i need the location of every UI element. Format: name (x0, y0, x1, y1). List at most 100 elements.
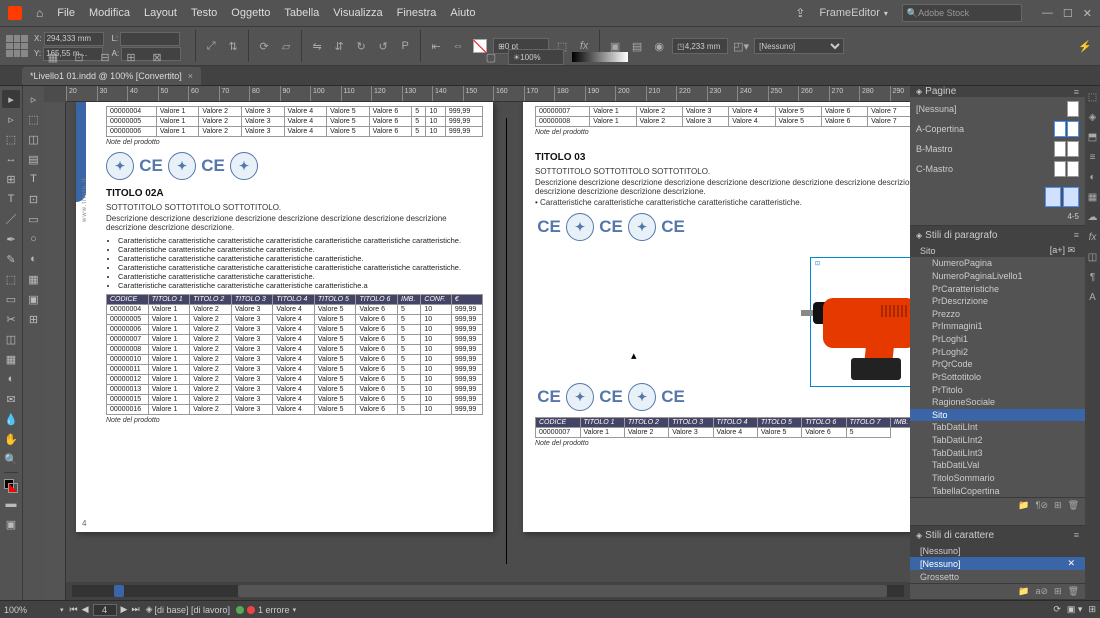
tl-icon10[interactable]: ▦ (25, 270, 43, 288)
paragraph-dock-icon[interactable]: ¶ (1087, 272, 1099, 284)
w-field[interactable] (120, 32, 180, 46)
new-style-icon[interactable]: ⊞ (1054, 500, 1062, 511)
panel-title[interactable]: Stili di carattere (925, 530, 994, 541)
x-field[interactable] (44, 32, 104, 46)
panel-menu-icon[interactable]: ≡ (1074, 87, 1079, 97)
horizontal-ruler[interactable]: 2030405060708090100110120130140150160170… (66, 86, 910, 102)
tl-icon7[interactable]: ▭ (25, 210, 43, 228)
paragraph-style-item[interactable]: PrQrCode (910, 358, 1085, 371)
document-tab[interactable]: *Livello1 01.indd @ 100% [Convertito]× (22, 67, 201, 85)
tl-icon5[interactable]: T (25, 170, 43, 188)
paragraph-style-item[interactable]: TabDatiLInt3 (910, 446, 1085, 459)
vertical-ruler[interactable] (44, 102, 66, 600)
preflight-ok-icon[interactable] (236, 606, 244, 614)
maximize-icon[interactable]: ☐ (1063, 7, 1073, 20)
swatches-dock-icon[interactable]: ▦ (1087, 192, 1099, 204)
menu-finestra[interactable]: Finestra (397, 7, 437, 19)
gradient-bar[interactable] (572, 52, 628, 62)
paragraph-style-item[interactable]: NumeroPagina (910, 257, 1085, 270)
paragraph-style-item[interactable]: PrLoghi1 (910, 333, 1085, 346)
tl-icon12[interactable]: ⊞ (25, 310, 43, 328)
layer-indicator[interactable]: ◈ (146, 604, 153, 615)
menu-testo[interactable]: Testo (191, 7, 217, 19)
paragraph-style-item[interactable]: Sito (910, 409, 1085, 422)
paragraph-style-item[interactable]: PrLoghi2 (910, 345, 1085, 358)
page-tool-icon[interactable]: ⬚ (2, 130, 20, 148)
master-item[interactable]: B-Mastro (916, 144, 953, 154)
clear-overrides-icon[interactable]: ¶⊘ (1036, 500, 1048, 511)
product-image-frame[interactable]: ⊡ (810, 257, 910, 387)
panel-menu-icon[interactable]: ⚡ (1076, 37, 1094, 55)
last-page-icon[interactable]: ⏭ (131, 604, 139, 615)
paragraph-style-item[interactable]: TabDatiLInt (910, 421, 1085, 434)
stroke-swatch-icon[interactable]: ▢ (482, 48, 500, 66)
hand-tool-icon[interactable]: ✋ (2, 430, 20, 448)
first-page-icon[interactable]: ⏮ (70, 604, 78, 615)
screen-mode-status-icon[interactable]: ▣ ▾ (1067, 604, 1083, 615)
fit-content-icon[interactable]: ⊡ (70, 48, 88, 66)
links-dock-icon[interactable]: ⬒ (1087, 132, 1099, 144)
center-content-icon[interactable]: ⊞ (122, 48, 140, 66)
corner-size-field[interactable]: ◳ 4,233 mm (672, 38, 728, 54)
clear-overrides-icon[interactable]: a⊘ (1035, 586, 1048, 597)
menu-aiuto[interactable]: Aiuto (450, 7, 475, 19)
share-icon[interactable]: ⇪ (795, 6, 805, 20)
tl-icon[interactable]: ▹ (25, 90, 43, 108)
object-styles-dock-icon[interactable]: ◫ (1087, 252, 1099, 264)
gradient-swatch-tool-icon[interactable]: ▦ (2, 350, 20, 368)
cc-libraries-dock-icon[interactable]: ☁ (1087, 212, 1099, 224)
menu-modifica[interactable]: Modifica (89, 7, 130, 19)
corner-shape-icon[interactable]: ◰▾ (732, 37, 750, 55)
master-item[interactable]: C-Mastro (916, 164, 953, 174)
home-icon[interactable]: ⌂ (36, 6, 43, 20)
direct-selection-tool-icon[interactable]: ▹ (2, 110, 20, 128)
preflight-error-icon[interactable] (247, 606, 255, 614)
paragraph-style-item[interactable]: TitoloSommario (910, 472, 1085, 485)
free-transform-tool-icon[interactable]: ◫ (2, 330, 20, 348)
workspace-switcher[interactable]: FrameEditor▾ (819, 7, 888, 19)
eyedropper-tool-icon[interactable]: 💧 (2, 410, 20, 428)
page-field[interactable]: 4 (93, 604, 117, 616)
content-collector-tool-icon[interactable]: ⊞ (2, 170, 20, 188)
paragraph-style-item[interactable]: NumeroPaginaLivello1 (910, 270, 1085, 283)
minimize-icon[interactable]: — (1042, 7, 1053, 20)
line-tool-icon[interactable]: ／ (2, 210, 20, 228)
text-wrap-shape-icon[interactable]: ◉ (650, 37, 668, 55)
tl-icon4[interactable]: ▤ (25, 150, 43, 168)
menu-oggetto[interactable]: Oggetto (231, 7, 270, 19)
close-icon[interactable]: ✕ (1083, 7, 1092, 20)
master-item[interactable]: A-Copertina (916, 124, 964, 134)
zoom-field[interactable]: 100% (4, 605, 54, 615)
next-page-icon[interactable]: ▶ (121, 604, 128, 615)
rectangle-tool-icon[interactable]: ▭ (2, 290, 20, 308)
error-count[interactable]: 1 errore (258, 605, 290, 615)
app-logo-icon[interactable] (8, 6, 22, 20)
paragraph-style-item[interactable]: PrSottotitolo (910, 371, 1085, 384)
stroke-dock-icon[interactable]: ≡ (1087, 152, 1099, 164)
color-dock-icon[interactable]: ◐ (1087, 172, 1099, 184)
page-right[interactable]: 00000007Valore 1Valore 2Valore 3Valore 4… (523, 102, 910, 532)
tl-icon8[interactable]: ○ (25, 230, 43, 248)
pencil-tool-icon[interactable]: ✎ (2, 250, 20, 268)
panel-menu-icon[interactable]: ≡ (1074, 230, 1079, 240)
auto-fit-icon[interactable]: ⊠ (148, 48, 166, 66)
screen-mode-icon[interactable]: ▣ (2, 515, 20, 533)
fill-stroke-swatch[interactable] (4, 479, 18, 493)
paragraph-style-item[interactable]: Prezzo (910, 308, 1085, 321)
character-style-item[interactable]: [Nessuno]✕ (910, 557, 1085, 570)
character-style-item[interactable]: Grossetto (910, 570, 1085, 583)
paragraph-style-item[interactable]: PrCaratteristiche (910, 282, 1085, 295)
character-dock-icon[interactable]: A (1087, 292, 1099, 304)
prev-page-icon[interactable]: ◀ (82, 604, 89, 615)
style-current[interactable]: [Nessuno] (910, 544, 1085, 557)
delete-style-icon[interactable]: 🗑 (1068, 500, 1079, 511)
reference-point-grid[interactable] (6, 35, 28, 57)
layers-dock-icon[interactable]: ◈ (1087, 112, 1099, 124)
pen-tool-icon[interactable]: ✒ (2, 230, 20, 248)
menu-visualizza[interactable]: Visualizza (333, 7, 382, 19)
paragraph-style-item[interactable]: RagioneSociale (910, 396, 1085, 409)
panel-menu-icon[interactable]: ≡ (1074, 530, 1079, 540)
paragraph-style-item[interactable]: PrTitolo (910, 383, 1085, 396)
scissors-tool-icon[interactable]: ✂ (2, 310, 20, 328)
spread-thumbnails[interactable] (916, 187, 1079, 207)
